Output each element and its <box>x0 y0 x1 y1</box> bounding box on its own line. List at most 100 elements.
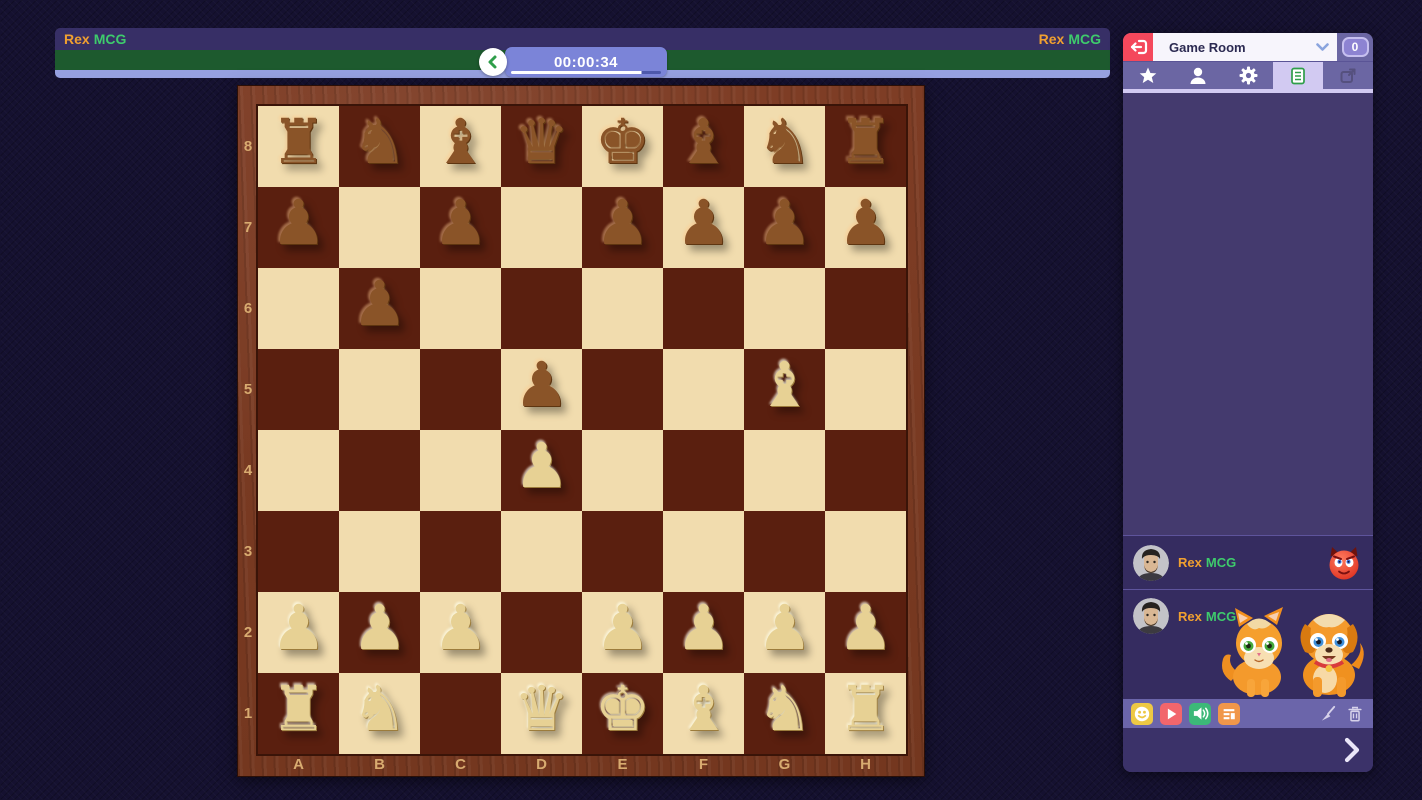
piece-wb-f1[interactable]: ♝ <box>663 663 744 754</box>
piece-wq-d1[interactable]: ♛ <box>501 663 582 754</box>
square-b2[interactable]: ♟ <box>339 592 420 673</box>
piece-bp-h7[interactable]: ♟ <box>825 177 906 268</box>
tab-players[interactable] <box>1173 62 1223 89</box>
chat-message-area[interactable] <box>1123 93 1373 535</box>
piece-wp-g2[interactable]: ♟ <box>744 582 825 673</box>
piece-bp-c7[interactable]: ♟ <box>420 177 501 268</box>
square-a5[interactable] <box>258 349 339 430</box>
square-h8[interactable]: ♜ <box>825 106 906 187</box>
square-c7[interactable]: ♟ <box>420 187 501 268</box>
square-d4[interactable]: ♟ <box>501 430 582 511</box>
square-h1[interactable]: ♜ <box>825 673 906 754</box>
piece-bb-c8[interactable]: ♝ <box>420 96 501 187</box>
square-b1[interactable]: ♞ <box>339 673 420 754</box>
square-e2[interactable]: ♟ <box>582 592 663 673</box>
piece-wk-e1[interactable]: ♚ <box>582 663 663 754</box>
square-c8[interactable]: ♝ <box>420 106 501 187</box>
square-a7[interactable]: ♟ <box>258 187 339 268</box>
piece-bp-a7[interactable]: ♟ <box>258 177 339 268</box>
emoji-button[interactable] <box>1131 703 1153 725</box>
piece-wp-b2[interactable]: ♟ <box>339 582 420 673</box>
square-d5[interactable]: ♟ <box>501 349 582 430</box>
square-a4[interactable] <box>258 430 339 511</box>
square-h6[interactable] <box>825 268 906 349</box>
piece-bp-e7[interactable]: ♟ <box>582 177 663 268</box>
piece-bp-f7[interactable]: ♟ <box>663 177 744 268</box>
piece-wn-g1[interactable]: ♞ <box>744 663 825 754</box>
square-c1[interactable] <box>420 673 501 754</box>
square-a2[interactable]: ♟ <box>258 592 339 673</box>
square-f3[interactable] <box>663 511 744 592</box>
square-b6[interactable]: ♟ <box>339 268 420 349</box>
square-f6[interactable] <box>663 268 744 349</box>
square-b4[interactable] <box>339 430 420 511</box>
square-a3[interactable] <box>258 511 339 592</box>
square-h3[interactable] <box>825 511 906 592</box>
square-b8[interactable]: ♞ <box>339 106 420 187</box>
square-a1[interactable]: ♜ <box>258 673 339 754</box>
square-g5[interactable]: ♝ <box>744 349 825 430</box>
square-a8[interactable]: ♜ <box>258 106 339 187</box>
square-e3[interactable] <box>582 511 663 592</box>
piece-wp-f2[interactable]: ♟ <box>663 582 744 673</box>
piece-bn-b8[interactable]: ♞ <box>339 96 420 187</box>
square-g4[interactable] <box>744 430 825 511</box>
piece-wn-b1[interactable]: ♞ <box>339 663 420 754</box>
tab-favorites[interactable] <box>1123 62 1173 89</box>
piece-wp-d4[interactable]: ♟ <box>501 420 582 511</box>
tab-game-log[interactable] <box>1273 62 1323 89</box>
square-f8[interactable]: ♝ <box>663 106 744 187</box>
clean-chat-button[interactable] <box>1318 704 1338 724</box>
piece-bn-g8[interactable]: ♞ <box>744 96 825 187</box>
square-e7[interactable]: ♟ <box>582 187 663 268</box>
square-e8[interactable]: ♚ <box>582 106 663 187</box>
square-c6[interactable] <box>420 268 501 349</box>
square-f1[interactable]: ♝ <box>663 673 744 754</box>
piece-bk-e8[interactable]: ♚ <box>582 96 663 187</box>
square-b7[interactable] <box>339 187 420 268</box>
square-h2[interactable]: ♟ <box>825 592 906 673</box>
square-e4[interactable] <box>582 430 663 511</box>
piece-bp-b6[interactable]: ♟ <box>339 258 420 349</box>
sound-button[interactable] <box>1189 703 1211 725</box>
piece-bb-f8[interactable]: ♝ <box>663 96 744 187</box>
piece-bp-d5[interactable]: ♟ <box>501 339 582 430</box>
exit-room-button[interactable] <box>1123 33 1153 61</box>
piece-wp-a2[interactable]: ♟ <box>258 582 339 673</box>
tab-share[interactable] <box>1323 62 1373 89</box>
square-g8[interactable]: ♞ <box>744 106 825 187</box>
piece-bq-d8[interactable]: ♛ <box>501 96 582 187</box>
square-h7[interactable]: ♟ <box>825 187 906 268</box>
square-g3[interactable] <box>744 511 825 592</box>
square-d1[interactable]: ♛ <box>501 673 582 754</box>
square-e6[interactable] <box>582 268 663 349</box>
piece-br-h8[interactable]: ♜ <box>825 96 906 187</box>
piece-bp-g7[interactable]: ♟ <box>744 177 825 268</box>
square-b5[interactable] <box>339 349 420 430</box>
square-b3[interactable] <box>339 511 420 592</box>
piece-br-a8[interactable]: ♜ <box>258 96 339 187</box>
piece-wr-h1[interactable]: ♜ <box>825 663 906 754</box>
send-chevron-icon[interactable] <box>1343 737 1361 763</box>
square-f5[interactable] <box>663 349 744 430</box>
delete-chat-button[interactable] <box>1345 704 1365 724</box>
play-button[interactable] <box>1160 703 1182 725</box>
square-g7[interactable]: ♟ <box>744 187 825 268</box>
avatar[interactable] <box>1133 545 1169 581</box>
square-g2[interactable]: ♟ <box>744 592 825 673</box>
square-d2[interactable] <box>501 592 582 673</box>
square-c2[interactable]: ♟ <box>420 592 501 673</box>
square-f7[interactable]: ♟ <box>663 187 744 268</box>
square-h4[interactable] <box>825 430 906 511</box>
square-c3[interactable] <box>420 511 501 592</box>
square-a6[interactable] <box>258 268 339 349</box>
square-d7[interactable] <box>501 187 582 268</box>
square-e5[interactable] <box>582 349 663 430</box>
piece-wp-c2[interactable]: ♟ <box>420 582 501 673</box>
avatar[interactable] <box>1133 598 1169 634</box>
piece-wr-a1[interactable]: ♜ <box>258 663 339 754</box>
square-f4[interactable] <box>663 430 744 511</box>
piece-wp-e2[interactable]: ♟ <box>582 582 663 673</box>
square-e1[interactable]: ♚ <box>582 673 663 754</box>
square-g1[interactable]: ♞ <box>744 673 825 754</box>
